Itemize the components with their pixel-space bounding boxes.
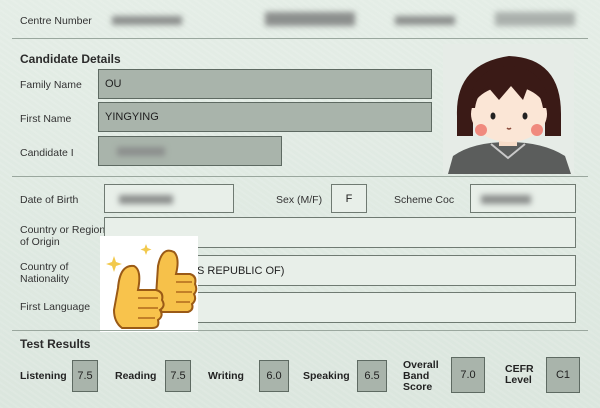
family-name-field: OU: [98, 69, 432, 99]
thumbs-up-emoji-icon: [106, 244, 198, 329]
overall-band-score: 7.0: [451, 357, 485, 393]
scheme-code-redacted: [481, 195, 531, 204]
candidate-id-redacted: [117, 147, 165, 156]
dob-field: [104, 184, 234, 213]
sex-value: F: [345, 192, 353, 205]
sex-field: F: [331, 184, 367, 213]
family-name-value: OU: [105, 78, 122, 90]
country-region-label-line1: Country or Region: [20, 224, 106, 236]
candidate-id-field: [98, 136, 282, 166]
overall-band-score-label: Overall Band Score: [403, 360, 439, 393]
reading-label: Reading: [115, 370, 157, 382]
listening-score: 7.5: [72, 360, 98, 392]
centre-number-label: Centre Number: [20, 15, 92, 27]
header-redacted-1: [265, 12, 355, 26]
country-region-label-line2: of Origin: [20, 236, 60, 248]
writing-score: 6.0: [259, 360, 289, 392]
scheme-code-field: [470, 184, 576, 213]
writing-label: Writing: [208, 370, 244, 382]
header-redacted-2: [395, 16, 455, 25]
dob-redacted: [119, 195, 173, 204]
nationality-label-line1: Country of: [20, 261, 69, 273]
scheme-code-label: Scheme Coc: [394, 194, 455, 206]
speaking-score: 6.5: [357, 360, 387, 392]
cefr-level-label: CEFR Level: [505, 364, 534, 386]
candidate-photo: [443, 44, 574, 174]
first-name-label: First Name: [20, 113, 72, 125]
sticker-overlay: [100, 236, 198, 332]
centre-number-redacted: [112, 16, 182, 25]
nationality-label-line2: Nationality: [20, 273, 70, 285]
candidate-id-label: Candidate I: [20, 147, 74, 159]
divider: [12, 38, 588, 39]
nationality-label: Country of Nationality: [20, 261, 69, 285]
cefr-label-line2: Level: [505, 374, 532, 386]
cartoon-girl-avatar-icon: [443, 44, 574, 174]
overall-label-line3: Score: [403, 381, 433, 393]
header-redacted-3: [495, 12, 575, 26]
speaking-label: Speaking: [303, 370, 350, 382]
listening-label: Listening: [20, 370, 67, 382]
divider: [12, 330, 588, 331]
first-language-label: First Language: [20, 301, 91, 313]
family-name-label: Family Name: [20, 79, 82, 91]
candidate-details-heading: Candidate Details: [20, 52, 121, 66]
first-name-value: YINGYING: [105, 111, 159, 123]
first-name-field: YINGYING: [98, 102, 432, 132]
dob-label: Date of Birth: [20, 194, 79, 206]
cefr-level-value: C1: [546, 357, 580, 393]
sex-label: Sex (M/F): [276, 194, 323, 206]
test-results-heading: Test Results: [20, 337, 91, 351]
country-region-label: Country or Region of Origin: [20, 224, 105, 248]
reading-score: 7.5: [165, 360, 191, 392]
divider: [12, 176, 588, 177]
